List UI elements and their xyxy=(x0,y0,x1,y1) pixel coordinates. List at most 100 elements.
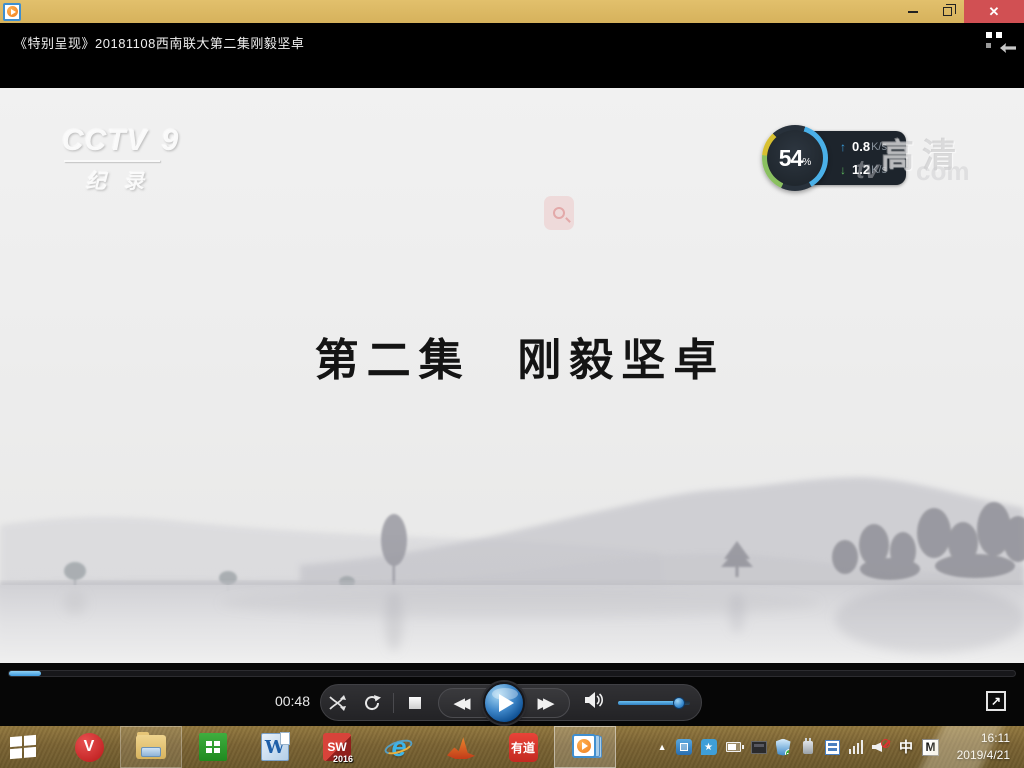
ink-landscape xyxy=(0,433,1024,663)
show-hidden-icons-button[interactable]: ▲ xyxy=(658,742,667,752)
video-canvas[interactable]: CCTV 9 纪录 54 % ↑ 0.8 K/s ↓ xyxy=(0,88,1024,663)
restore-button[interactable] xyxy=(930,0,964,23)
cctv9-channel-logo: CCTV 9 纪录 xyxy=(62,124,178,194)
network-signal-icon[interactable] xyxy=(849,740,864,754)
upload-speed-value: 0.8 xyxy=(852,139,870,154)
sw-letters: SW xyxy=(327,740,346,754)
display-tray-icon[interactable] xyxy=(751,741,767,754)
seek-bar-fill xyxy=(9,671,41,676)
elapsed-time: 00:48 xyxy=(240,693,310,709)
system-tray: ▲ ★ 中 M 16:11 2019/4/21 xyxy=(658,730,1024,765)
search-ghost-icon xyxy=(544,196,574,230)
volume-button[interactable] xyxy=(584,691,606,714)
expand-icon: ↗ xyxy=(991,694,1001,708)
taskbar-item-matlab[interactable] xyxy=(430,726,492,768)
taskbar-item-word[interactable]: W xyxy=(244,726,306,768)
down-arrow-icon: ↓ xyxy=(840,163,846,177)
fullscreen-button[interactable]: ↗ xyxy=(986,691,1006,711)
video-player-icon xyxy=(572,734,598,760)
taskbar-clock[interactable]: 16:11 2019/4/21 xyxy=(948,730,1018,765)
volume-knob[interactable] xyxy=(673,697,685,709)
seek-bar[interactable] xyxy=(8,670,1016,677)
usb-device-tray-icon[interactable] xyxy=(676,739,692,755)
file-explorer-icon xyxy=(136,735,166,759)
buffer-percent: 54 xyxy=(779,145,803,172)
cctv-logo-text: CCTV xyxy=(62,124,148,158)
star-icon: ★ xyxy=(704,742,713,753)
taskbar-item-ie[interactable]: e xyxy=(368,726,430,768)
windows-store-icon xyxy=(199,733,227,761)
replay-icon xyxy=(362,693,382,713)
matlab-icon xyxy=(447,734,475,760)
messenger-tray-icon[interactable]: ★ xyxy=(701,739,717,755)
minimize-button[interactable] xyxy=(896,0,930,23)
security-shield-tray-icon[interactable] xyxy=(776,739,791,756)
transport-group: ◀◀ ▶▶ xyxy=(438,688,570,718)
play-button[interactable] xyxy=(483,682,525,724)
window-controls: ✕ xyxy=(896,0,1024,23)
minimize-icon xyxy=(908,11,918,13)
episode-title: 第二集 刚毅坚卓 xyxy=(0,324,1024,388)
youdao-icon: 有道 xyxy=(509,733,538,762)
cctv-jilu-text: 纪录 xyxy=(86,165,178,194)
skip-arrows-icon xyxy=(328,694,348,712)
cctv-channel-number: 9 xyxy=(162,124,179,158)
windows-logo-icon xyxy=(10,735,36,759)
window-titlebar[interactable]: ✕ xyxy=(0,0,1024,23)
taskbar-item-player[interactable] xyxy=(554,726,616,768)
play-icon xyxy=(499,694,514,712)
word-icon: W xyxy=(261,733,289,761)
taskbar-item-store[interactable] xyxy=(182,726,244,768)
mouse-cursor-icon xyxy=(1000,43,1016,53)
replay-button[interactable] xyxy=(355,688,389,718)
ime-mode-button[interactable]: M xyxy=(922,739,939,756)
stop-button[interactable] xyxy=(398,688,432,718)
rewind-icon: ◀◀ xyxy=(453,694,470,712)
buffer-progress-ring: 54 % xyxy=(762,125,828,191)
usb-eject-tray-icon[interactable] xyxy=(800,739,816,755)
video-title-text: 《特别呈现》20181108西南联大第二集刚毅坚卓 xyxy=(14,33,304,52)
shield-status-dot xyxy=(785,749,794,758)
forward-icon: ▶▶ xyxy=(537,694,554,712)
restore-icon xyxy=(943,7,952,16)
magnifier-icon xyxy=(553,207,565,219)
speaker-icon xyxy=(584,691,606,709)
buffering-widget: 54 % ↑ 0.8 K/s ↓ 1.2 K/s xyxy=(762,125,828,191)
screen: ✕ 《特别呈现》20181108西南联大第二集刚毅坚卓 CCTV 9 纪录 54… xyxy=(0,0,1024,768)
taskbar-item-solidworks[interactable]: SW 2016 xyxy=(306,726,368,768)
input-language-indicator[interactable]: 中 xyxy=(899,737,913,757)
com-watermark: com xyxy=(916,156,969,187)
taskbar-apps: V W SW 2016 e xyxy=(58,726,616,768)
volume-slider[interactable] xyxy=(618,701,690,705)
forward-button[interactable]: ▶▶ xyxy=(529,688,563,718)
rewind-button[interactable]: ◀◀ xyxy=(445,688,479,718)
dictionary-tray-icon[interactable] xyxy=(825,740,840,755)
start-button[interactable] xyxy=(0,726,46,768)
mute-ban-circle xyxy=(881,739,890,748)
sw-year: 2016 xyxy=(333,754,353,764)
player-controlbar: 00:48 ◀◀ xyxy=(0,663,1024,726)
control-separator xyxy=(393,693,394,713)
muted-speaker-icon[interactable] xyxy=(872,739,890,755)
playlist-grid-icon[interactable] xyxy=(986,32,1002,48)
close-button[interactable]: ✕ xyxy=(964,0,1024,23)
play-triangle-icon xyxy=(11,9,16,15)
clock-date: 2019/4/21 xyxy=(952,747,1010,764)
tv-watermark: tv xyxy=(856,154,879,185)
skip-button[interactable] xyxy=(321,688,355,718)
taskbar: V W SW 2016 e xyxy=(0,726,1024,768)
v-app-icon: V xyxy=(75,733,104,762)
cctv-logo-underline xyxy=(64,160,160,162)
stop-icon xyxy=(409,697,421,709)
taskbar-item-youdao[interactable]: 有道 xyxy=(492,726,554,768)
video-header: 《特别呈现》20181108西南联大第二集刚毅坚卓 xyxy=(0,23,1024,88)
internet-explorer-icon: e xyxy=(384,732,414,762)
power-tray-icon[interactable] xyxy=(726,739,742,755)
up-arrow-icon: ↑ xyxy=(840,140,846,154)
player-app-icon xyxy=(3,3,21,21)
volume-fill xyxy=(618,701,679,705)
taskbar-item-explorer[interactable] xyxy=(120,726,182,768)
taskbar-item-v-app[interactable]: V xyxy=(58,726,120,768)
solidworks-icon: SW 2016 xyxy=(323,733,351,761)
clock-time: 16:11 xyxy=(952,730,1010,747)
